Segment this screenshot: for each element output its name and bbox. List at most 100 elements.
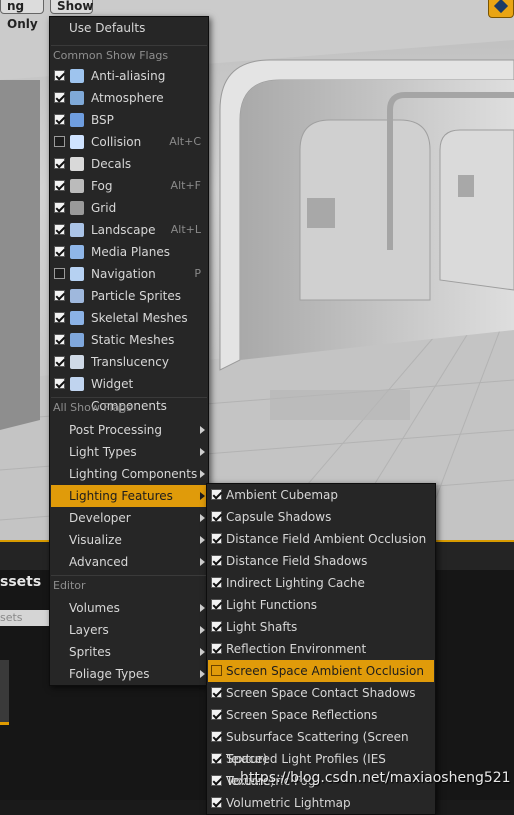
submenu-lighting-features[interactable]: Lighting Features [51, 485, 207, 507]
unchecked-checkbox[interactable] [54, 136, 65, 147]
lighting-feature-label: Distance Field Ambient Occlusion [226, 532, 427, 546]
checked-checkbox[interactable] [211, 577, 222, 588]
shortcut-text: Alt+L [170, 223, 201, 236]
checked-checkbox[interactable] [211, 643, 222, 654]
submenu-developer[interactable]: Developer [51, 507, 207, 529]
show-flag-label: Navigation [91, 267, 156, 281]
show-flag-label: Skeletal Meshes [91, 311, 188, 325]
lighting-feature-label: Screen Space Reflections [226, 708, 378, 722]
checked-checkbox[interactable] [54, 114, 65, 125]
checked-checkbox[interactable] [54, 356, 65, 367]
lighting-feature-label: Capsule Shadows [226, 510, 332, 524]
show-button[interactable]: Show [50, 0, 94, 14]
show-flag-fog[interactable]: Fog Alt+F [51, 175, 207, 197]
submenu-advanced[interactable]: Advanced [51, 551, 207, 573]
checked-checkbox[interactable] [54, 202, 65, 213]
show-flag-collision[interactable]: Collision Alt+C [51, 131, 207, 153]
checked-checkbox[interactable] [54, 378, 65, 389]
show-flag-landscape[interactable]: Landscape Alt+L [51, 219, 207, 241]
lighting-feature-label: Indirect Lighting Cache [226, 576, 365, 590]
lighting-only-button[interactable]: ng Only [0, 0, 44, 31]
checked-checkbox[interactable] [54, 92, 65, 103]
lighting-feature-screen-space-reflections[interactable]: Screen Space Reflections [208, 704, 434, 726]
show-flag-label: Media Planes [91, 245, 171, 259]
chevron-right-icon [200, 648, 205, 656]
submenu-label: Foliage Types [69, 667, 150, 681]
submenu-label: Lighting Components [69, 467, 198, 481]
lighting-feature-reflection-environment[interactable]: Reflection Environment [208, 638, 434, 660]
use-defaults-item[interactable]: Use Defaults [51, 17, 207, 39]
checked-checkbox[interactable] [211, 599, 222, 610]
submenu-lighting-components[interactable]: Lighting Components [51, 463, 207, 485]
show-label: Show [57, 0, 94, 13]
checked-checkbox[interactable] [54, 334, 65, 345]
checked-checkbox[interactable] [211, 489, 222, 500]
show-flag-label: Atmosphere [91, 91, 164, 105]
lighting-feature-ambient-cubemap[interactable]: Ambient Cubemap [208, 484, 434, 506]
lighting-feature-screen-space-ambient-occlusion[interactable]: Screen Space Ambient Occlusion [208, 660, 434, 682]
checked-checkbox[interactable] [211, 775, 222, 786]
submenu-sprites[interactable]: Sprites [51, 641, 207, 663]
checked-checkbox[interactable] [211, 687, 222, 698]
submenu-volumes[interactable]: Volumes [51, 597, 207, 619]
asset-thumbnail[interactable] [0, 660, 9, 725]
show-flag-label: BSP [91, 113, 114, 127]
show-flag-media-planes[interactable]: Media Planes [51, 241, 207, 263]
checked-checkbox[interactable] [211, 555, 222, 566]
viewport-options-button[interactable] [488, 0, 514, 18]
show-flag-atmosphere[interactable]: Atmosphere [51, 87, 207, 109]
lighting-feature-volumetric-lightmap[interactable]: Volumetric Lightmap [208, 792, 434, 814]
checked-checkbox[interactable] [54, 224, 65, 235]
bsp-icon [70, 113, 84, 127]
lighting-feature-label: Ambient Cubemap [226, 488, 339, 502]
checked-checkbox[interactable] [211, 511, 222, 522]
submenu-foliage-types[interactable]: Foliage Types [51, 663, 207, 685]
submenu-layers[interactable]: Layers [51, 619, 207, 641]
submenu-visualize[interactable]: Visualize [51, 529, 207, 551]
checked-checkbox[interactable] [54, 246, 65, 257]
lighting-feature-screen-space-contact-shadows[interactable]: Screen Space Contact Shadows [208, 682, 434, 704]
lighting-feature-light-shafts[interactable]: Light Shafts [208, 616, 434, 638]
show-flag-anti-aliasing[interactable]: Anti-aliasing [51, 65, 207, 87]
shortcut-text: Alt+F [170, 179, 201, 192]
lighting-features-submenu: Ambient Cubemap Capsule Shadows Distance F… [206, 483, 436, 815]
checked-checkbox[interactable] [211, 731, 222, 742]
checked-checkbox[interactable] [211, 753, 222, 764]
checked-checkbox[interactable] [211, 533, 222, 544]
checked-checkbox[interactable] [54, 158, 65, 169]
checked-checkbox[interactable] [211, 709, 222, 720]
lighting-feature-distance-field-ambient-occlusion[interactable]: Distance Field Ambient Occlusion [208, 528, 434, 550]
lighting-feature-light-functions[interactable]: Light Functions [208, 594, 434, 616]
show-flag-grid[interactable]: Grid [51, 197, 207, 219]
checked-checkbox[interactable] [54, 180, 65, 191]
skeletal-meshes-icon [70, 311, 84, 325]
show-flag-static-meshes[interactable]: Static Meshes [51, 329, 207, 351]
submenu-light-types[interactable]: Light Types [51, 441, 207, 463]
show-flag-particle-sprites[interactable]: Particle Sprites [51, 285, 207, 307]
show-flag-widget-components[interactable]: Widget Components [51, 373, 207, 413]
lighting-feature-subsurface-scattering-screen-space[interactable]: Subsurface Scattering (Screen Space) [208, 726, 434, 766]
checked-checkbox[interactable] [211, 621, 222, 632]
submenu-label: Volumes [69, 601, 120, 615]
chevron-right-icon [200, 514, 205, 522]
unchecked-checkbox[interactable] [54, 268, 65, 279]
lighting-feature-capsule-shadows[interactable]: Capsule Shadows [208, 506, 434, 528]
checked-checkbox[interactable] [211, 797, 222, 808]
show-flag-translucency[interactable]: Translucency [51, 351, 207, 373]
unchecked-checkbox[interactable] [211, 665, 222, 676]
checked-checkbox[interactable] [54, 312, 65, 323]
show-flag-bsp[interactable]: BSP [51, 109, 207, 131]
checked-checkbox[interactable] [54, 290, 65, 301]
particle-sprites-icon [70, 289, 84, 303]
lighting-feature-label: Reflection Environment [226, 642, 367, 656]
lighting-feature-indirect-lighting-cache[interactable]: Indirect Lighting Cache [208, 572, 434, 594]
show-flag-label: Decals [91, 157, 132, 171]
lighting-feature-distance-field-shadows[interactable]: Distance Field Shadows [208, 550, 434, 572]
show-flag-label: Particle Sprites [91, 289, 181, 303]
show-flag-decals[interactable]: Decals [51, 153, 207, 175]
checked-checkbox[interactable] [54, 70, 65, 81]
show-flag-navigation[interactable]: Navigation P [51, 263, 207, 285]
lighting-feature-textured-light-profiles-ies-texture[interactable]: Textured Light Profiles (IES Texture) [208, 748, 434, 788]
submenu-post-processing[interactable]: Post Processing [51, 419, 207, 441]
show-flag-skeletal-meshes[interactable]: Skeletal Meshes [51, 307, 207, 329]
